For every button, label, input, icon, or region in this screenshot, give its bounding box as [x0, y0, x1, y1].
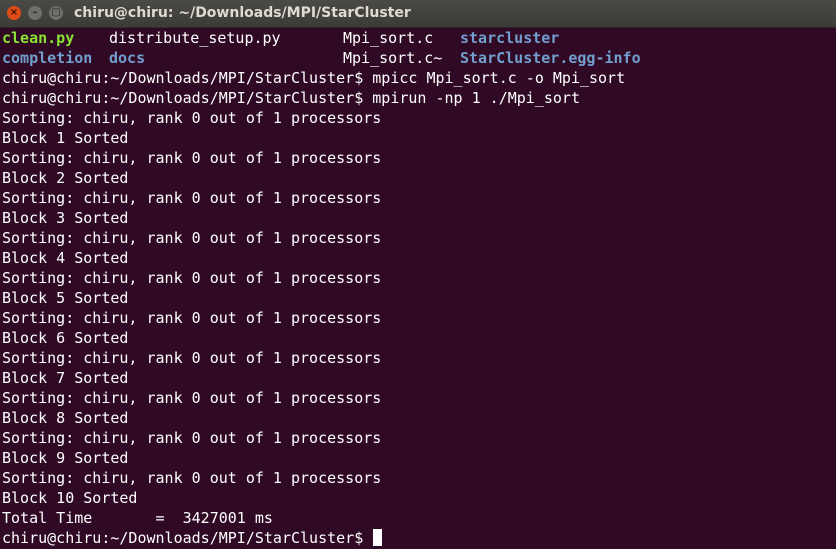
maximize-icon[interactable]: □	[49, 6, 63, 20]
output-line: Sorting: chiru, rank 0 out of 1 processo…	[2, 189, 382, 207]
ls-entry-executable: clean.py	[2, 29, 75, 47]
output-line: Sorting: chiru, rank 0 out of 1 processo…	[2, 389, 382, 407]
output-line: Sorting: chiru, rank 0 out of 1 processo…	[2, 309, 382, 327]
output-line: Sorting: chiru, rank 0 out of 1 processo…	[2, 149, 382, 167]
total-time-line: Total Time = 3427001 ms	[2, 509, 273, 527]
output-line: Sorting: chiru, rank 0 out of 1 processo…	[2, 229, 382, 247]
text-cursor	[373, 529, 383, 546]
output-line: Block 9 Sorted	[2, 449, 129, 467]
command-line: chiru@chiru:~/Downloads/MPI/StarCluster$…	[2, 69, 626, 87]
output-line: Sorting: chiru, rank 0 out of 1 processo…	[2, 109, 382, 127]
ls-entry-directory: starcluster	[460, 29, 560, 47]
ls-entry-directory: completion	[2, 49, 93, 67]
output-line: Block 6 Sorted	[2, 329, 129, 347]
ls-output-row: completion docs Mpi_sort.c~ StarCluster.…	[2, 48, 836, 68]
terminal-area[interactable]: clean.py distribute_setup.py Mpi_sort.c …	[0, 28, 836, 549]
output-line: Block 4 Sorted	[2, 249, 129, 267]
output-line: Block 2 Sorted	[2, 169, 129, 187]
current-prompt-line[interactable]: chiru@chiru:~/Downloads/MPI/StarCluster$	[2, 528, 836, 548]
ls-entry-file: Mpi_sort.c	[343, 29, 434, 47]
output-line: Block 8 Sorted	[2, 409, 129, 427]
output-line: Block 7 Sorted	[2, 369, 129, 387]
ls-output-row: clean.py distribute_setup.py Mpi_sort.c …	[2, 28, 836, 48]
output-line: Sorting: chiru, rank 0 out of 1 processo…	[2, 429, 382, 447]
output-line: Sorting: chiru, rank 0 out of 1 processo…	[2, 269, 382, 287]
output-line: Block 3 Sorted	[2, 209, 129, 227]
output-line: Sorting: chiru, rank 0 out of 1 processo…	[2, 349, 382, 367]
close-icon[interactable]: ×	[7, 6, 21, 20]
title-bar: × – □ chiru@chiru: ~/Downloads/MPI/StarC…	[0, 0, 836, 28]
window-title: chiru@chiru: ~/Downloads/MPI/StarCluster	[74, 5, 411, 21]
output-line: Block 10 Sorted	[2, 489, 138, 507]
minimize-icon[interactable]: –	[28, 6, 42, 20]
ls-entry-directory: docs	[109, 49, 146, 67]
ls-entry-directory: StarCluster.egg-info	[460, 49, 641, 67]
command-line: chiru@chiru:~/Downloads/MPI/StarCluster$…	[2, 89, 580, 107]
output-line: Block 1 Sorted	[2, 129, 129, 147]
shell-prompt: chiru@chiru:~/Downloads/MPI/StarCluster$	[2, 529, 373, 547]
ls-entry-file: distribute_setup.py	[109, 29, 281, 47]
ls-entry-file: Mpi_sort.c~	[343, 49, 443, 67]
output-line: Sorting: chiru, rank 0 out of 1 processo…	[2, 469, 382, 487]
output-line: Block 5 Sorted	[2, 289, 129, 307]
